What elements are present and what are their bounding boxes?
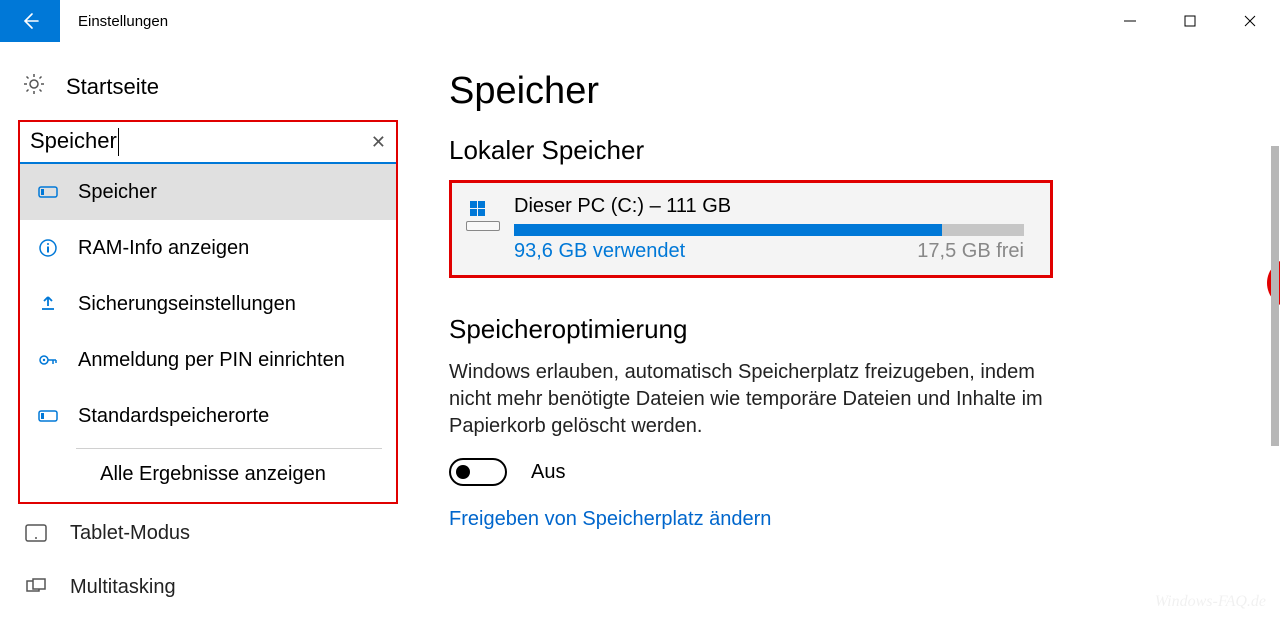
toggle-state-label: Aus (531, 461, 565, 484)
window-controls (1100, 0, 1280, 42)
suggestion-speicher[interactable]: Speicher (20, 164, 396, 220)
page-title: Speicher (449, 70, 1232, 113)
back-button[interactable] (0, 0, 60, 42)
sidebar-home-label: Startseite (66, 74, 159, 100)
suggestion-label: Sicherungseinstellungen (78, 293, 296, 316)
change-free-up-space-link[interactable]: Freigeben von Speicherplatz ändern (449, 508, 1232, 531)
text-caret (118, 128, 119, 156)
search-dropdown: Speicher ✕ Speicher RAM-Info anzeigen (18, 120, 398, 504)
clear-search-button[interactable]: ✕ (371, 132, 386, 153)
back-arrow-icon (20, 11, 40, 31)
minimize-button[interactable] (1100, 0, 1160, 42)
close-icon (1244, 15, 1256, 27)
suggestion-label: Anmeldung per PIN einrichten (78, 349, 345, 372)
drive-usage-bar (514, 224, 1024, 236)
sidebar-item-multitasking[interactable]: Multitasking (18, 560, 383, 614)
drive-used-label: 93,6 GB verwendet (514, 240, 685, 263)
show-all-results[interactable]: Alle Ergebnisse anzeigen (20, 449, 396, 502)
storage-sense-toggle[interactable] (449, 458, 507, 486)
suggestion-label: Standardspeicherorte (78, 405, 269, 428)
gear-icon (22, 72, 46, 102)
sidebar-item-label: Tablet-Modus (70, 522, 190, 545)
sidebar: Startseite Speicher ✕ Speicher (0, 42, 401, 617)
window-title: Einstellungen (78, 13, 168, 30)
suggestion-label: Speicher (78, 181, 157, 204)
maximize-icon (1184, 15, 1196, 27)
search-input[interactable]: Speicher ✕ (20, 122, 396, 164)
toggle-knob (456, 465, 470, 479)
tablet-icon (22, 524, 50, 542)
storage-icon (34, 185, 62, 199)
maximize-button[interactable] (1160, 0, 1220, 42)
suggestion-label: RAM-Info anzeigen (78, 237, 249, 260)
local-storage-heading: Lokaler Speicher (449, 135, 1232, 166)
drive-card[interactable]: Dieser PC (C:) – 111 GB 93,6 GB verwende… (449, 180, 1053, 278)
scrollbar-thumb[interactable] (1271, 146, 1279, 446)
suggestion-backup[interactable]: Sicherungseinstellungen (20, 276, 396, 332)
sidebar-item-tablet-mode[interactable]: Tablet-Modus (18, 506, 383, 560)
backup-icon (34, 295, 62, 313)
drive-icon (464, 199, 506, 241)
sidebar-home[interactable]: Startseite (18, 60, 383, 120)
key-icon (34, 351, 62, 369)
storage-sense-description: Windows erlauben, automatisch Speicherpl… (449, 359, 1069, 440)
storage-icon (34, 409, 62, 423)
minimize-icon (1124, 15, 1136, 27)
drive-title: Dieser PC (C:) – 111 GB (514, 195, 1034, 218)
suggestion-default-locations[interactable]: Standardspeicherorte (20, 388, 396, 444)
multitasking-icon (22, 578, 50, 596)
watermark: Windows-FAQ.de (1155, 593, 1266, 611)
main-panel: Speicher Lokaler Speicher Dieser PC (C:)… (401, 42, 1280, 617)
storage-sense-heading: Speicheroptimierung (449, 314, 1232, 345)
titlebar: Einstellungen (0, 0, 1280, 42)
suggestion-pin[interactable]: Anmeldung per PIN einrichten (20, 332, 396, 388)
suggestion-ram-info[interactable]: RAM-Info anzeigen (20, 220, 396, 276)
vertical-scrollbar[interactable] (1270, 84, 1280, 617)
info-icon (34, 239, 62, 257)
drive-usage-fill (514, 224, 942, 236)
close-button[interactable] (1220, 0, 1280, 42)
search-value: Speicher (30, 128, 371, 156)
drive-free-label: 17,5 GB frei (917, 240, 1024, 263)
sidebar-item-label: Multitasking (70, 576, 176, 599)
